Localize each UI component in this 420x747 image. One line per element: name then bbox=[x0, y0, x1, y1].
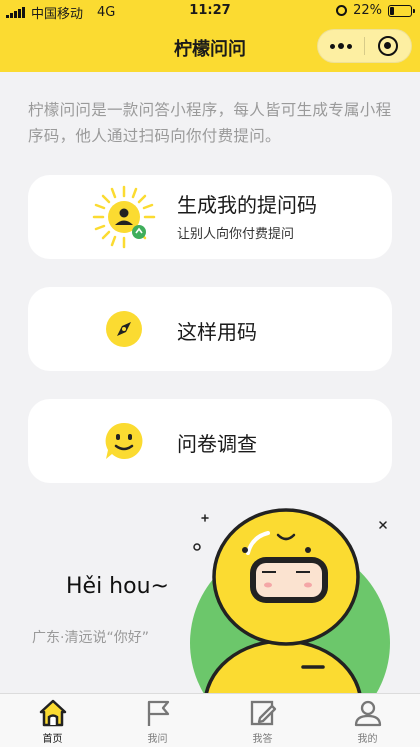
generate-code-card[interactable]: 生成我的提问码 让别人向你付费提问 bbox=[28, 175, 392, 259]
card-title: 这样用码 bbox=[177, 320, 257, 344]
card-title: 生成我的提问码 bbox=[177, 193, 317, 217]
tab-home[interactable]: 首页 bbox=[0, 694, 105, 747]
tab-label: 首页 bbox=[42, 734, 63, 745]
intro-text: 柠檬问问是一款问答小程序，每人皆可生成专属小程序码，他人通过扫码向你付费提问。 bbox=[28, 101, 392, 145]
battery-percent: 22% bbox=[353, 3, 382, 18]
tab-bar: 首页 我问 我答 我的 bbox=[0, 693, 420, 747]
alarm-icon bbox=[336, 5, 348, 16]
flag-icon bbox=[147, 700, 169, 726]
survey-card[interactable]: 问卷调查 bbox=[28, 399, 392, 483]
tab-label: 我的 bbox=[357, 734, 378, 745]
tab-label: 我答 bbox=[252, 734, 273, 745]
battery-icon bbox=[388, 4, 415, 17]
close-target-icon[interactable] bbox=[365, 30, 411, 62]
status-right: 22% bbox=[336, 3, 415, 18]
pen-paper-icon bbox=[250, 700, 276, 726]
card-subtitle: 让别人向你付费提问 bbox=[177, 227, 295, 242]
tab-my-answers[interactable]: 我答 bbox=[210, 694, 315, 747]
tab-label: 我问 bbox=[147, 734, 168, 745]
mini-program-capsule bbox=[317, 29, 412, 63]
smiley-bubble-icon bbox=[90, 407, 158, 475]
home-icon bbox=[39, 699, 66, 727]
promo-subtitle: 广东·清远说“你好” bbox=[32, 630, 149, 646]
more-dots-icon[interactable] bbox=[318, 30, 364, 62]
nav-bar: 柠檬问问 bbox=[0, 22, 420, 72]
tab-profile[interactable]: 我的 bbox=[315, 694, 420, 747]
compass-icon bbox=[90, 295, 158, 363]
card-title: 问卷调查 bbox=[177, 432, 257, 456]
sun-person-icon bbox=[90, 183, 158, 251]
user-icon bbox=[354, 700, 381, 727]
status-bar: 中国移动 4G 11:27 22% bbox=[0, 0, 420, 22]
lemon-mascot-illustration bbox=[190, 505, 420, 747]
promo-title: Hěi hou~ bbox=[66, 574, 169, 599]
battery-level bbox=[390, 6, 395, 15]
how-to-use-card[interactable]: 这样用码 bbox=[28, 287, 392, 371]
tab-my-questions[interactable]: 我问 bbox=[105, 694, 210, 747]
